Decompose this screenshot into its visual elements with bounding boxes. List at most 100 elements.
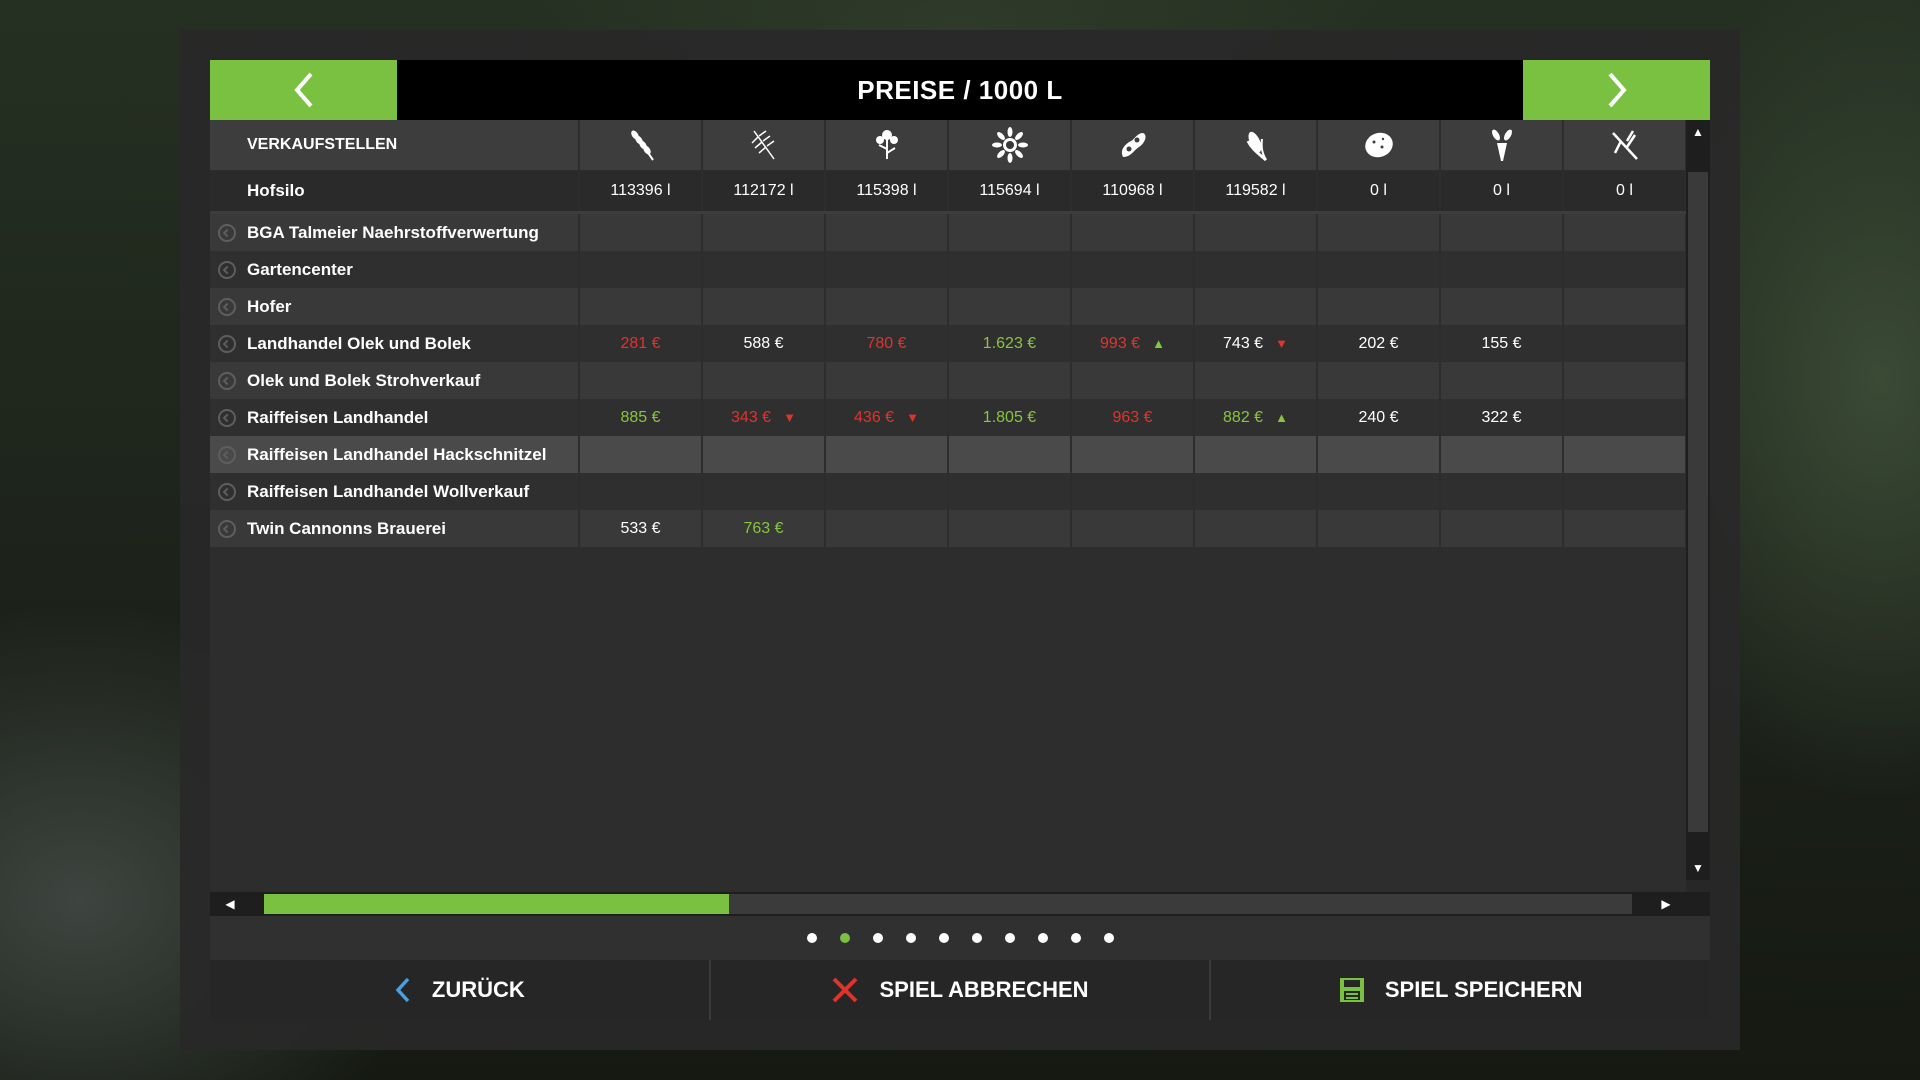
table-row[interactable]: Gartencenter: [210, 251, 1686, 288]
column-header-rapeseed[interactable]: [826, 120, 947, 170]
page-dot[interactable]: [938, 933, 949, 943]
table-row[interactable]: Landhandel Olek und Bolek 281 € 588 € 780 €…: [210, 325, 1686, 362]
gps-target-icon[interactable]: [218, 519, 236, 538]
page-dot[interactable]: [1037, 933, 1048, 943]
scroll-down-button[interactable]: ▼: [1686, 856, 1710, 880]
price-cell: [1441, 362, 1562, 399]
storage-value: 112172 l: [703, 171, 824, 211]
price-value: 743 €: [1223, 334, 1264, 352]
price-value: 588 €: [743, 334, 784, 352]
column-header-soybean[interactable]: [1072, 120, 1193, 170]
previous-page-button[interactable]: [210, 60, 397, 120]
price-cell: 963 €: [1072, 399, 1193, 436]
station-name: Olek und Bolek Strohverkauf: [210, 362, 578, 399]
back-label: ZURÜCK: [431, 977, 525, 1002]
price-cell: [1318, 473, 1439, 510]
save-label: SPIEL SPEICHERN: [1384, 977, 1583, 1002]
column-header-wheat[interactable]: [580, 120, 701, 170]
page-dot[interactable]: [905, 933, 916, 943]
price-cell: 240 €: [1318, 399, 1439, 436]
price-value: 240 €: [1358, 408, 1399, 426]
price-cell: [1072, 214, 1193, 251]
gps-target-icon[interactable]: [218, 408, 236, 427]
price-cell: [1072, 473, 1193, 510]
quit-label: SPIEL ABBRECHEN: [879, 977, 1089, 1002]
page-dot[interactable]: [1004, 933, 1015, 943]
price-cell: [1195, 288, 1316, 325]
gps-target-icon[interactable]: [218, 223, 236, 242]
storage-value: 115694 l: [949, 171, 1070, 211]
price-cell: [1195, 436, 1316, 473]
next-page-button[interactable]: [1523, 60, 1710, 120]
page-dot[interactable]: [839, 933, 850, 943]
save-game-button[interactable]: SPIEL SPEICHERN: [1209, 960, 1710, 1020]
table-row[interactable]: Olek und Bolek Strohverkauf: [210, 362, 1686, 399]
price-cell: [1441, 510, 1562, 547]
scroll-right-button[interactable]: ▶: [1654, 892, 1678, 916]
wheat-icon: [621, 125, 661, 165]
column-header-grass[interactable]: [1564, 120, 1685, 170]
page-dot[interactable]: [872, 933, 883, 943]
gps-target-icon[interactable]: [218, 334, 236, 353]
page-dot[interactable]: [1103, 933, 1114, 943]
column-header-sugarbeet[interactable]: [1441, 120, 1562, 170]
horizontal-scroll-track[interactable]: [264, 894, 1632, 914]
scroll-up-button[interactable]: ▲: [1686, 120, 1710, 144]
column-header-maize[interactable]: [1195, 120, 1316, 170]
price-cell: [1318, 510, 1439, 547]
barley-icon: [744, 125, 784, 165]
price-cell: [1564, 288, 1685, 325]
station-label: Olek und Bolek Strohverkauf: [247, 370, 481, 390]
price-cell: [1195, 473, 1316, 510]
price-value: 343 €: [731, 408, 772, 426]
table-row[interactable]: Hofer: [210, 288, 1686, 325]
column-header-sunflower[interactable]: [949, 120, 1070, 170]
column-header-potato[interactable]: [1318, 120, 1439, 170]
station-label: Gartencenter: [247, 259, 353, 279]
horizontal-scrollbar[interactable]: ◀ ▶: [210, 892, 1710, 916]
gps-target-icon[interactable]: [218, 445, 236, 464]
page-dot[interactable]: [806, 933, 817, 943]
horizontal-scroll-thumb[interactable]: [264, 894, 730, 914]
price-cell: 882 € ▲: [1195, 399, 1316, 436]
column-header-barley[interactable]: [703, 120, 824, 170]
page-dot[interactable]: [1070, 933, 1081, 943]
page-dot[interactable]: [971, 933, 982, 943]
gps-target-icon[interactable]: [218, 297, 236, 316]
price-cell: [580, 251, 701, 288]
vertical-scroll-thumb[interactable]: [1688, 172, 1708, 832]
gps-target-icon[interactable]: [218, 371, 236, 390]
table-row[interactable]: Raiffeisen Landhandel Wollverkauf: [210, 473, 1686, 510]
price-cell: [949, 436, 1070, 473]
price-cell: [1318, 288, 1439, 325]
scroll-left-button[interactable]: ◀: [218, 892, 242, 916]
table-row[interactable]: BGA Talmeier Naehrstoffverwertung: [210, 214, 1686, 251]
save-icon: [1339, 977, 1365, 1003]
chevron-left-icon: [293, 72, 313, 108]
price-cell: [1564, 325, 1685, 362]
vertical-scrollbar[interactable]: ▲ ▼: [1686, 120, 1710, 880]
gps-target-icon[interactable]: [218, 260, 236, 279]
price-value: 993 €: [1100, 334, 1141, 352]
station-name: Landhandel Olek und Bolek: [210, 325, 578, 362]
price-value: 1.623 €: [982, 334, 1037, 352]
price-cell: [1318, 362, 1439, 399]
table-row[interactable]: Raiffeisen Landhandel 885 € 343 € ▼ 436 € ▼ 1.…: [210, 399, 1686, 436]
table-row[interactable]: Raiffeisen Landhandel Hackschnitzel: [210, 436, 1686, 473]
price-cell: [580, 288, 701, 325]
price-value: 322 €: [1481, 408, 1522, 426]
price-cell: [1564, 510, 1685, 547]
price-cell: [826, 510, 947, 547]
station-name: Raiffeisen Landhandel Wollverkauf: [210, 473, 578, 510]
back-button[interactable]: ZURÜCK: [210, 960, 709, 1020]
price-cell: [1564, 214, 1685, 251]
quit-game-button[interactable]: SPIEL ABBRECHEN: [708, 960, 1210, 1020]
price-cell: [1318, 214, 1439, 251]
price-cell: 763 €: [703, 510, 824, 547]
price-cell: 155 €: [1441, 325, 1562, 362]
price-cell: [703, 214, 824, 251]
table-row[interactable]: Twin Cannonns Brauerei 533 € 763 €: [210, 510, 1686, 547]
price-cell: [949, 473, 1070, 510]
gps-target-icon[interactable]: [218, 482, 236, 501]
trend-up-icon: ▲: [1275, 410, 1288, 425]
